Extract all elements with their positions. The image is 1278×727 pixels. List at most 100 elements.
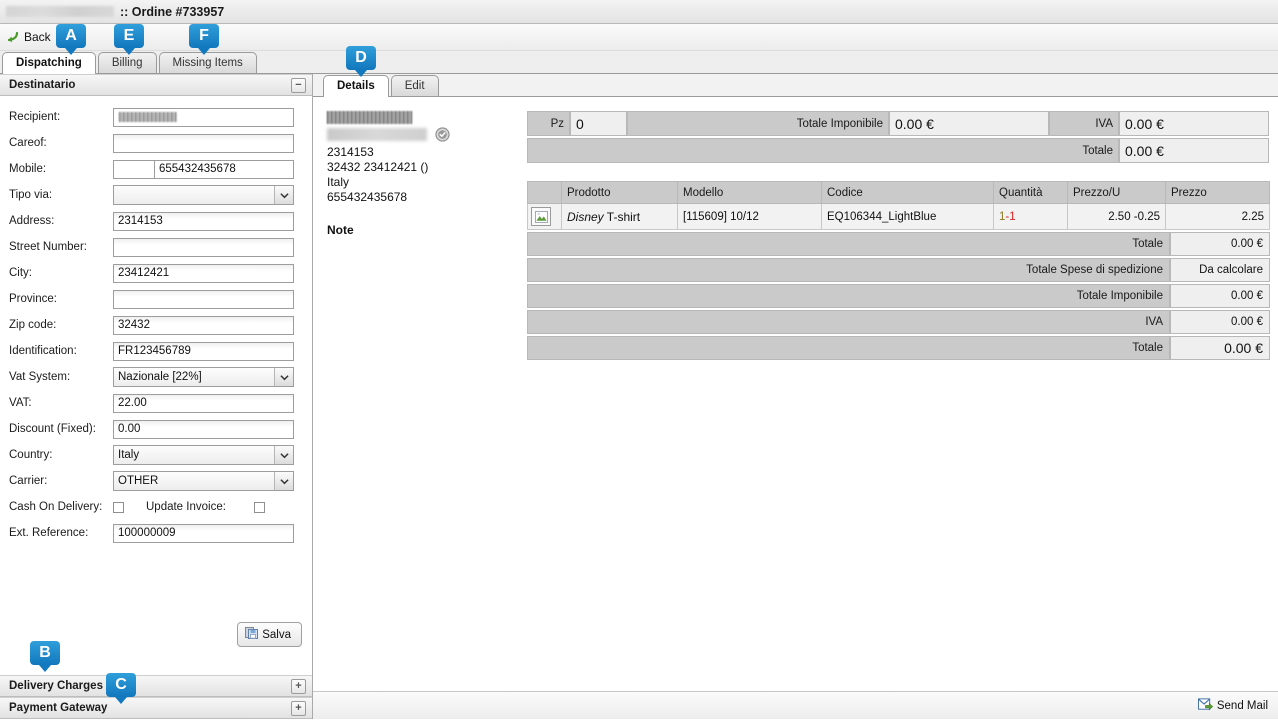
zip-input[interactable] [113,315,294,335]
chevron-down-icon[interactable] [274,472,293,490]
address-block: 2314153 32432 23412421 () Italy 65543243… [323,111,527,360]
tab-missing-items[interactable]: Missing Items [158,52,257,73]
field-row-city: City: [9,260,302,286]
discount-input[interactable] [113,419,294,439]
street-number-input[interactable] [113,237,294,257]
vat-label: VAT: [9,397,32,409]
province-input[interactable] [113,289,294,309]
carrier-field-wrap: OTHER [113,471,294,491]
address-verified-row [327,127,527,142]
country-label: Country: [9,449,53,461]
product-name: T-shirt [603,209,641,224]
address-field-wrap [113,211,294,231]
discount-label: Discount (Fixed): [9,423,96,435]
country-select[interactable]: Italy [113,445,294,465]
check-circle-icon [435,127,450,142]
identification-field-wrap [113,341,294,361]
carrier-selected-value: OTHER [118,475,159,487]
mobile-prefix-input[interactable] [113,159,155,179]
mail-icon [1197,697,1213,714]
back-button[interactable]: Back [6,30,51,44]
page-title: :: Ordine #733957 [120,4,225,19]
field-row-carrier: Carrier: OTHER [9,468,302,494]
address-line-1: 2314153 [327,145,374,159]
table-row[interactable]: Disney T-shirt [115609] 10/12 EQ106344_L… [527,203,1270,230]
recipient-form: Recipient: Careof: Mobile: 655432435678 … [0,96,312,546]
totale-value: 0.00 € [1119,138,1269,163]
delivery-charges-panel-header[interactable]: Delivery Charges + [0,675,312,697]
totals-row-grand-total: Totale 0.00 € [527,336,1270,360]
send-mail-button[interactable]: Send Mail [1197,697,1268,714]
cash-on-delivery-checkbox[interactable] [113,501,124,513]
expand-icon[interactable]: + [291,678,306,694]
address-line-2: 32432 23412421 () [327,160,429,174]
ext-reference-input[interactable] [113,523,294,543]
delivery-charges-label: Delivery Charges [9,680,103,692]
content-area: Destinatario − Recipient: Careof: Mobile… [0,74,1278,719]
totals-row-totale: Totale 0.00 € [527,232,1270,256]
col-prodotto: Prodotto [561,181,678,204]
street-number-field-wrap [113,237,294,257]
chevron-down-icon[interactable] [274,446,293,464]
city-input[interactable] [113,263,294,283]
totals-row-iva: IVA 0.00 € [527,310,1270,334]
tab-edit[interactable]: Edit [390,75,439,96]
totals-value: 0.00 € [1170,232,1270,256]
vatsystem-label: Vat System: [9,371,71,383]
tipovia-select[interactable] [113,185,294,205]
cell-prodotto: Disney T-shirt [561,203,678,230]
carrier-label: Carrier: [9,475,48,487]
identification-input[interactable] [113,341,294,361]
vatsystem-select[interactable]: Nazionale [22%] [113,367,294,387]
carrier-select[interactable]: OTHER [113,471,294,491]
field-row-discount: Discount (Fixed): [9,416,302,442]
tab-billing[interactable]: Billing [97,52,157,73]
payment-gateway-panel-header[interactable]: Payment Gateway + [0,697,312,719]
address-line-3: Italy [327,175,350,189]
imponibile-value: 0.00 € [889,111,1049,136]
chevron-down-icon[interactable] [274,186,293,204]
totals-value: Da calcolare [1170,258,1270,282]
col-quantita: Quantità [993,181,1068,204]
chevron-down-icon[interactable] [274,368,293,386]
table-header-row: Prodotto Modello Codice Quantità Prezzo/… [527,181,1270,204]
city-label: City: [9,267,32,279]
tab-dispatching[interactable]: Dispatching [2,52,96,74]
address-input[interactable] [113,211,294,231]
street-number-label: Street Number: [9,241,87,253]
ext-reference-label: Ext. Reference: [9,527,89,539]
vat-input[interactable] [113,393,294,413]
destinatario-title: Destinatario [9,79,76,91]
save-button[interactable]: Salva [237,622,302,647]
country-selected-value: Italy [118,449,140,461]
totals-label: Totale Imponibile [527,284,1170,308]
iva-label: IVA [1049,111,1119,136]
image-icon[interactable] [531,207,551,226]
address-label: Address: [9,215,55,227]
pz-value: 0 [570,111,627,136]
country-field-wrap: Italy [113,445,294,465]
tab-details[interactable]: Details [323,75,389,97]
product-thumb-cell[interactable] [527,203,562,230]
tipovia-label: Tipo via: [9,189,53,201]
careof-input[interactable] [113,133,294,153]
expand-icon[interactable]: + [291,700,306,716]
collapse-icon[interactable]: − [291,77,306,93]
vatsystem-field-wrap: Nazionale [22%] [113,367,294,387]
zip-field-wrap [113,315,294,335]
update-invoice-checkbox[interactable] [253,501,265,513]
save-disk-icon [245,626,259,643]
footer-bar: Send Mail [313,691,1278,719]
mobile-field-wrap: 655432435678 [113,159,294,179]
order-data-column: Pz 0 Totale Imponibile 0.00 € IVA 0.00 €… [527,111,1270,360]
right-panel: Details Edit 2314153 32432 23412421 () I… [313,74,1278,719]
totale-label: Totale [527,138,1119,163]
mobile-number-input[interactable]: 655432435678 [155,159,294,179]
vatsystem-selected-value: Nazionale [22%] [118,371,202,383]
field-row-zip: Zip code: [9,312,302,338]
save-button-label: Salva [262,628,291,641]
field-row-tipovia: Tipo via: [9,182,302,208]
redacted-recipient-value [119,111,177,122]
destinatario-panel-header[interactable]: Destinatario − [0,74,312,96]
province-field-wrap [113,289,294,309]
